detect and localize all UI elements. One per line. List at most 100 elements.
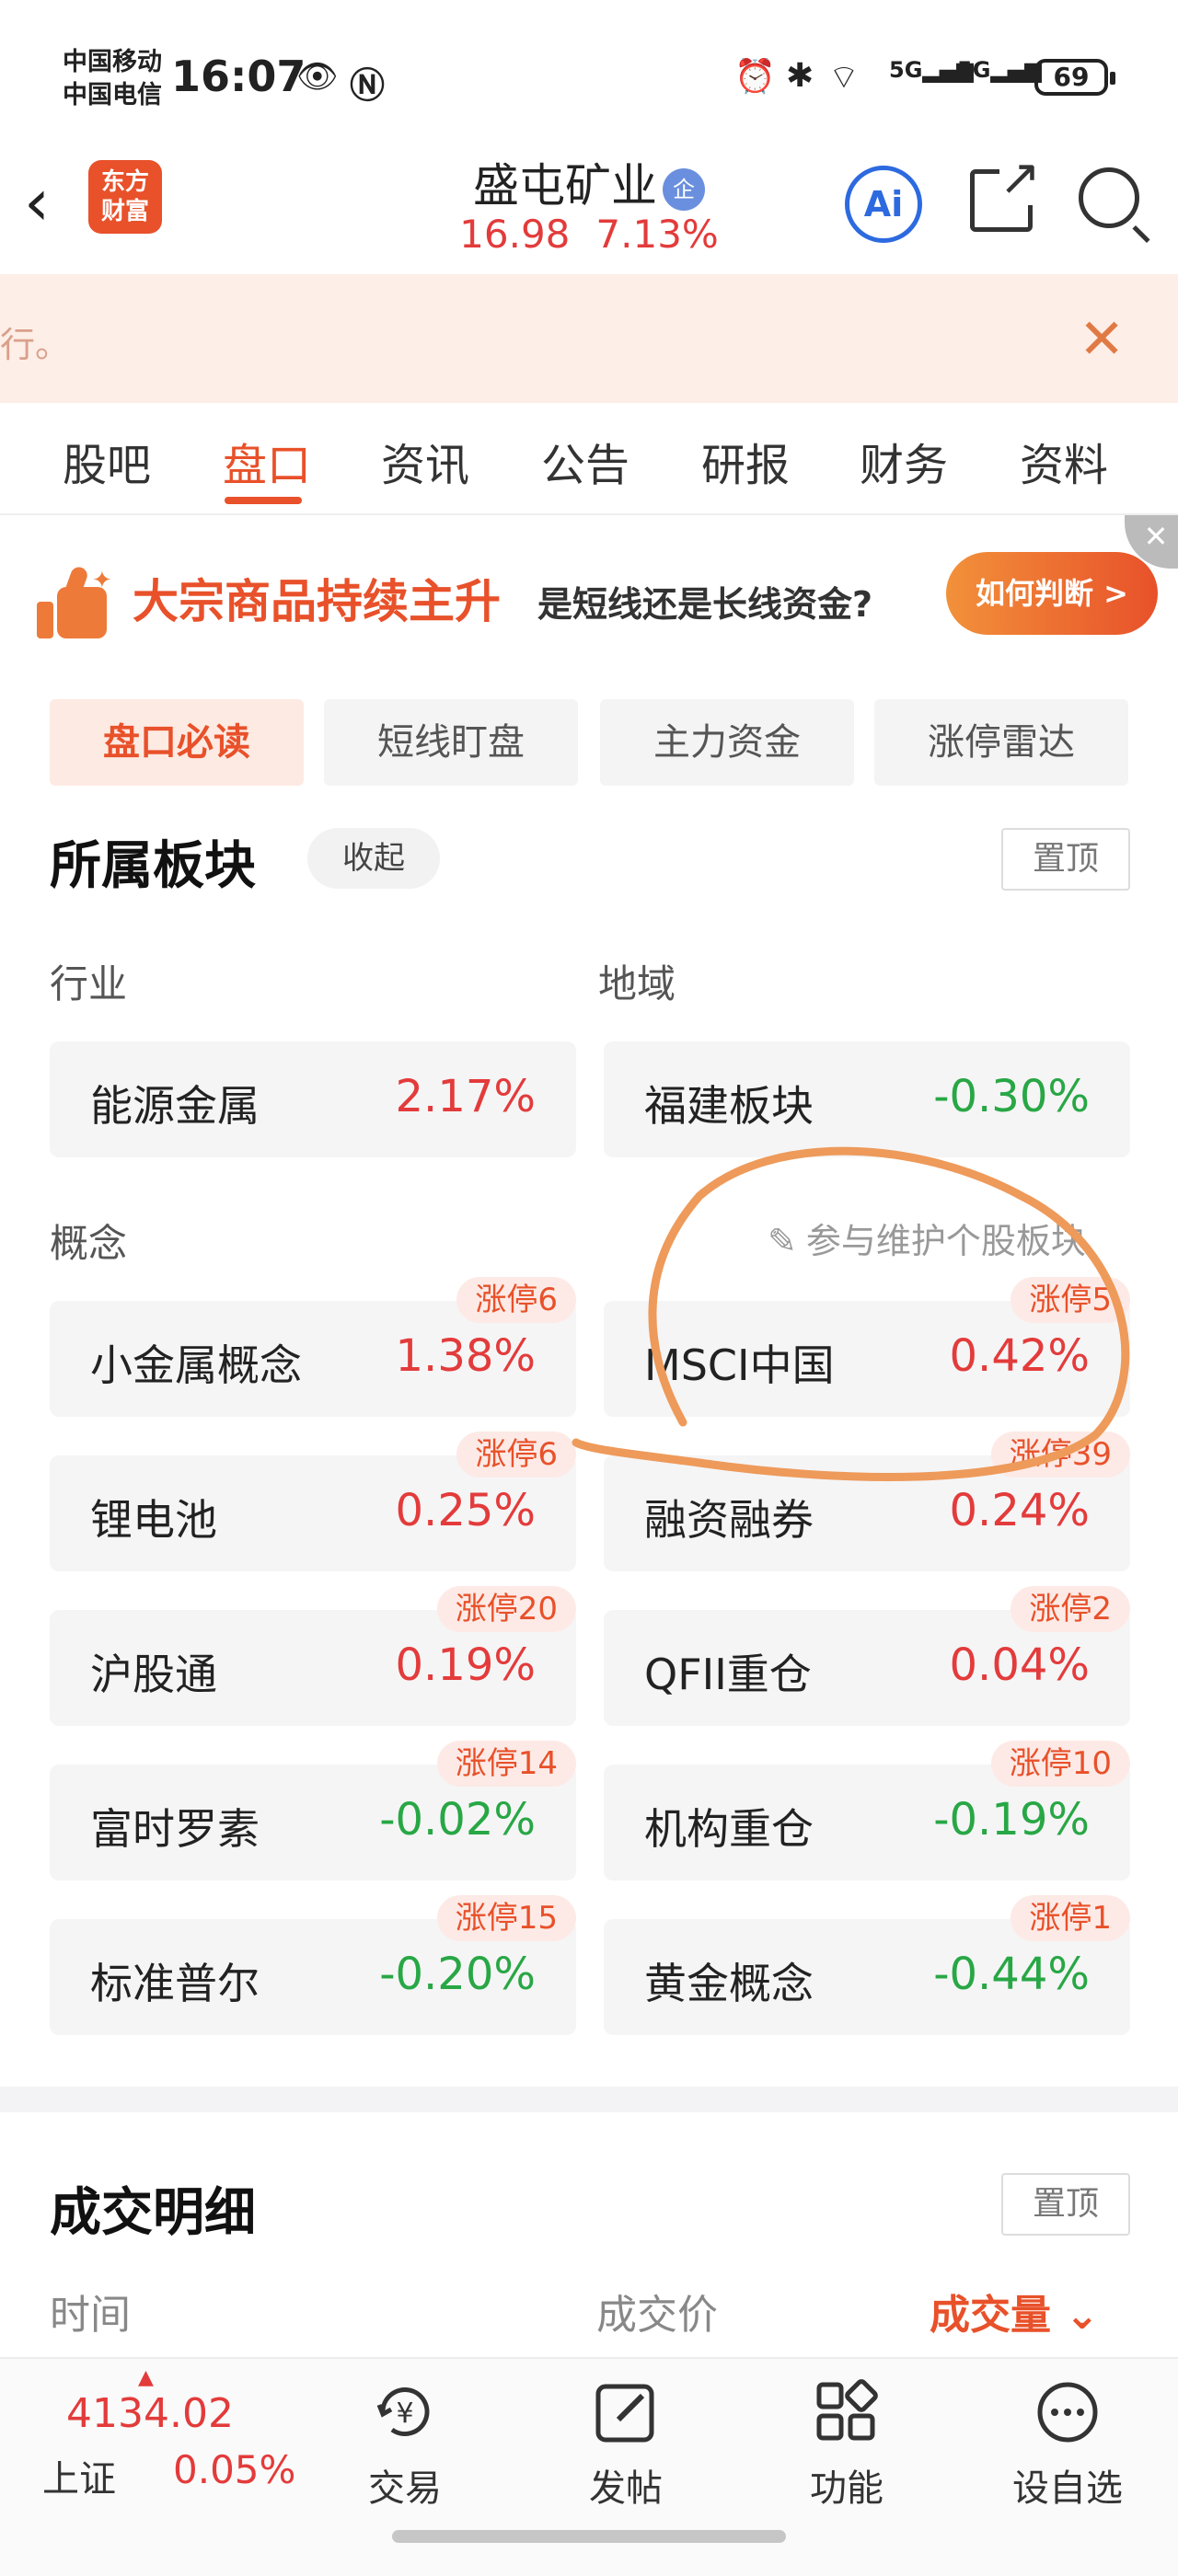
limit-up-badge: 涨停5	[1011, 1277, 1130, 1323]
section-divider	[0, 2087, 1178, 2112]
stock-change: 7.13%	[595, 212, 719, 257]
wifi-icon: ⌔	[828, 59, 860, 97]
tab-announcement[interactable]: 公告	[541, 429, 629, 493]
maintain-text: 参与维护个股板块	[805, 1221, 1086, 1261]
concept-card[interactable]: QFII重仓 0.04% 涨停2	[604, 1586, 1130, 1726]
search-icon[interactable]	[1079, 167, 1139, 228]
card-name: 锂电池	[90, 1495, 217, 1545]
limit-up-badge: 涨停15	[436, 1895, 576, 1941]
promo-banner[interactable]: ✕ ✦ 大宗商品持续主升 是短线还是长线资金? 如何判断 >	[0, 515, 1178, 672]
card-name: 沪股通	[90, 1650, 217, 1699]
notice-bar: 行。 ✕	[0, 274, 1178, 403]
bluetooth-icon: ✱	[786, 57, 814, 95]
close-icon[interactable]: ✕	[1079, 307, 1125, 372]
concept-label: 概念	[50, 1221, 128, 1266]
tab-pankou[interactable]: 盘口	[223, 429, 311, 493]
subtab-main-funds[interactable]: 主力资金	[600, 699, 854, 786]
limit-up-badge: 涨停6	[456, 1277, 576, 1323]
nav-label: 发帖	[589, 2467, 663, 2510]
subtab-short-term[interactable]: 短线盯盘	[324, 699, 578, 786]
column-volume-sort[interactable]: 成交量 ⌄	[930, 2282, 1099, 2340]
card-pct: -0.44%	[933, 1949, 1090, 2000]
concept-card[interactable]: 锂电池 0.25% 涨停6	[50, 1432, 576, 1571]
nav-trade[interactable]: ¥ 交易	[331, 2375, 479, 2512]
concept-card[interactable]: 富时罗素 -0.02% 涨停14	[50, 1741, 576, 1880]
region-card[interactable]: 福建板块 -0.30%	[604, 1041, 1130, 1157]
nav-function[interactable]: 功能	[773, 2375, 920, 2512]
column-volume: 成交量	[930, 2292, 1051, 2339]
card-name: MSCI中国	[644, 1340, 835, 1390]
pin-top-button[interactable]: 置顶	[1001, 2173, 1130, 2236]
more-icon	[994, 2375, 1141, 2449]
concept-card[interactable]: 机构重仓 -0.19% 涨停10	[604, 1741, 1130, 1880]
thumbs-up-icon: ✦	[37, 564, 112, 640]
stock-name: 盛屯矿业	[473, 159, 657, 213]
card-name: 小金属概念	[90, 1340, 302, 1390]
svg-text:¥: ¥	[396, 2398, 413, 2430]
bottom-bar: ▲ 4134.02 上证 0.05% ¥ 交易 发帖 功能 设自选	[0, 2357, 1178, 2576]
nav-post[interactable]: 发帖	[552, 2375, 699, 2512]
chevron-down-icon: ⌄	[1065, 2292, 1100, 2339]
caret-up-icon: ▲	[138, 2366, 154, 2389]
battery-icon: 69	[1034, 59, 1115, 96]
signal-2-icon: 5G▂▄▆	[957, 57, 1042, 83]
nav-watchlist[interactable]: 设自选	[994, 2375, 1141, 2512]
home-indicator[interactable]	[392, 2530, 786, 2543]
card-pct: -0.02%	[379, 1794, 536, 1846]
industry-card[interactable]: 能源金属 2.17%	[50, 1041, 576, 1157]
trade-icon: ¥	[331, 2375, 479, 2449]
main-tabs: 股吧 盘口 资讯 公告 研报 财务 资料	[0, 405, 1178, 515]
limit-up-badge: 涨停10	[990, 1741, 1130, 1787]
ai-assistant-button[interactable]: Ai	[845, 166, 922, 243]
card-pct: 0.04%	[949, 1639, 1090, 1691]
tab-guba[interactable]: 股吧	[63, 429, 151, 493]
card-pct: -0.30%	[933, 1071, 1090, 1122]
card-pct: 1.38%	[395, 1330, 536, 1382]
tab-profile[interactable]: 资料	[1020, 429, 1108, 493]
notice-text: 行。	[0, 325, 71, 365]
limit-up-badge: 涨停20	[436, 1586, 576, 1632]
sector-title: 所属板块	[50, 836, 256, 896]
share-icon[interactable]	[970, 150, 1041, 232]
card-name: QFII重仓	[644, 1650, 812, 1699]
limit-up-badge: 涨停1	[1011, 1895, 1130, 1941]
promo-button[interactable]: 如何判断 >	[946, 552, 1158, 635]
stock-header: ‹ 东方 财富 盛屯矿业企 16.98 7.13% Ai	[0, 138, 1178, 274]
card-name: 能源金属	[90, 1081, 260, 1131]
enterprise-badge: 企	[663, 167, 705, 211]
tab-finance[interactable]: 财务	[860, 429, 948, 493]
active-tab-indicator	[225, 497, 302, 504]
concept-card[interactable]: MSCI中国 0.42% 涨停5	[604, 1277, 1130, 1417]
tab-research[interactable]: 研报	[701, 429, 790, 493]
subtab-must-read[interactable]: 盘口必读	[50, 699, 304, 786]
concept-card[interactable]: 黄金概念 -0.44% 涨停1	[604, 1895, 1130, 2035]
promo-title: 大宗商品持续主升	[133, 575, 501, 628]
concept-card[interactable]: 沪股通 0.19% 涨停20	[50, 1586, 576, 1726]
limit-up-badge: 涨停39	[990, 1432, 1130, 1478]
concept-card[interactable]: 融资融券 0.24% 涨停39	[604, 1432, 1130, 1571]
promo-subtitle: 是短线还是长线资金?	[537, 584, 873, 625]
subtab-limit-up-radar[interactable]: 涨停雷达	[874, 699, 1128, 786]
pin-top-button[interactable]: 置顶	[1001, 828, 1130, 891]
card-pct: 2.17%	[395, 1071, 536, 1122]
index-change: 0.05%	[173, 2447, 296, 2492]
concept-card[interactable]: 小金属概念 1.38% 涨停6	[50, 1277, 576, 1417]
pencil-icon: ✎	[768, 1221, 797, 1261]
tab-news[interactable]: 资讯	[381, 429, 469, 493]
column-time: 时间	[50, 2292, 131, 2339]
carrier-info: 中国移动 中国电信	[63, 46, 162, 112]
concept-card[interactable]: 标准普尔 -0.20% 涨停15	[50, 1895, 576, 2035]
limit-up-badge: 涨停14	[436, 1741, 576, 1787]
card-pct: -0.20%	[379, 1949, 536, 2000]
industry-label: 行业	[50, 961, 128, 1006]
maintain-sector-link[interactable]: ✎ 参与维护个股板块	[768, 1213, 1086, 1263]
carrier-2: 中国电信	[63, 81, 162, 109]
edit-icon	[552, 2375, 699, 2449]
collapse-button[interactable]: 收起	[307, 828, 440, 889]
status-bar: 中国移动 中国电信 16:07 👁 Ⓝ ⏰ ✱ ⌔ 5G▂▄▆ 5G▂▄▆ 69	[0, 0, 1178, 156]
card-name: 福建板块	[644, 1081, 814, 1131]
trade-detail-title: 成交明细	[50, 2183, 256, 2243]
index-name: 上证	[42, 2458, 116, 2501]
card-name: 黄金概念	[644, 1959, 814, 2008]
card-pct: -0.19%	[933, 1794, 1090, 1846]
